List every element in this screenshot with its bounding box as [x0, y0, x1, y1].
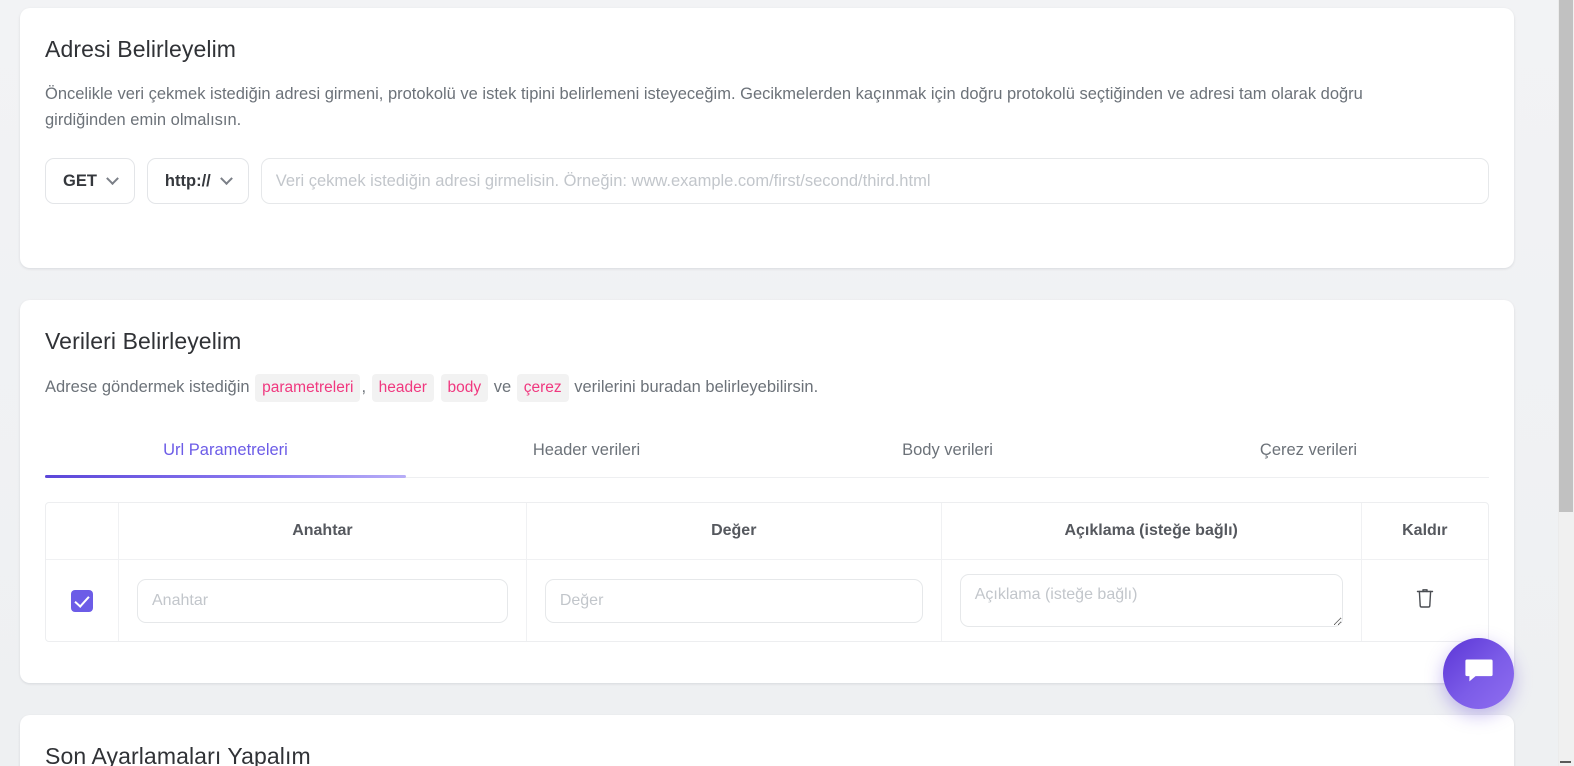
table-row: [46, 559, 1488, 642]
desc-text-ve: ve: [493, 378, 512, 396]
scroll-down-arrow-icon[interactable]: [1560, 761, 1571, 763]
address-card-title: Adresi Belirleyelim: [45, 36, 237, 62]
table-body: [46, 559, 1488, 642]
tab-label: Çerez verileri: [1259, 441, 1358, 460]
address-input-row: GET http://: [20, 133, 1514, 205]
chip-body: body: [440, 374, 489, 403]
tab-label: Header verileri: [532, 441, 641, 460]
value-input[interactable]: [544, 578, 923, 623]
address-card: Adresi Belirleyelim Öncelikle veri çekme…: [20, 8, 1514, 268]
final-settings-card: Son Ayarlamaları Yapalım: [20, 715, 1514, 766]
parameters-table: Anahtar Değer Açıklama (isteğe bağlı) Ka…: [46, 503, 1488, 642]
chat-bubble-icon: [1464, 657, 1494, 690]
vertical-scrollbar-track[interactable]: [1558, 0, 1574, 766]
tab-url-parametreleri[interactable]: Url Parametreleri: [45, 427, 406, 479]
final-settings-title: Son Ayarlamaları Yapalım: [45, 743, 311, 766]
tab-header-verileri[interactable]: Header verileri: [406, 427, 767, 477]
column-header-aciklama: Açıklama (isteğe bağlı): [941, 503, 1362, 561]
cell-deger: [526, 559, 942, 642]
tab-body-verileri[interactable]: Body verileri: [767, 427, 1128, 477]
chip-cerez: çerez: [516, 374, 569, 403]
protocol-select-value: http://: [164, 171, 211, 190]
table-head: Anahtar Değer Açıklama (isteğe bağlı) Ka…: [46, 503, 1488, 561]
desc-comma: ,: [361, 378, 367, 396]
url-input[interactable]: [260, 158, 1489, 205]
address-card-description: Öncelikle veri çekmek istediğin adresi g…: [45, 85, 1363, 129]
tab-label: Body verileri: [902, 441, 993, 460]
cell-kaldir: [1361, 560, 1488, 642]
chevron-down-icon: [219, 171, 233, 185]
scroll-content: Adresi Belirleyelim Öncelikle veri çekme…: [0, 0, 1552, 766]
chip-header: header: [371, 374, 434, 403]
parameters-table-wrapper: Anahtar Değer Açıklama (isteğe bağlı) Ka…: [45, 502, 1489, 643]
column-header-kaldir: Kaldır: [1361, 503, 1488, 561]
tab-label: Url Parametreleri: [163, 441, 288, 460]
vertical-scrollbar-thumb[interactable]: [1559, 0, 1573, 512]
cell-anahtar: [118, 559, 527, 642]
cell-aciklama: [941, 559, 1362, 642]
chip-parametreleri: parametreleri: [255, 374, 361, 403]
trash-icon[interactable]: [1415, 587, 1435, 609]
cell-select: [46, 559, 119, 642]
data-card-description: Adrese göndermek istediğin parametreleri…: [20, 355, 1460, 403]
method-select[interactable]: GET: [45, 158, 135, 205]
table-header-row: Anahtar Değer Açıklama (isteğe bağlı) Ka…: [46, 503, 1488, 561]
row-enabled-checkbox[interactable]: [71, 589, 93, 612]
column-header-deger: Değer: [526, 503, 942, 561]
data-card-title: Verileri Belirleyelim: [45, 328, 242, 354]
app-viewport: Adresi Belirleyelim Öncelikle veri çekme…: [0, 0, 1574, 766]
protocol-select[interactable]: http://: [146, 158, 249, 205]
chevron-down-icon: [106, 171, 119, 185]
key-input[interactable]: [137, 578, 508, 623]
description-textarea[interactable]: [959, 574, 1343, 628]
desc-text-1: Adrese göndermek istediğin: [45, 378, 250, 396]
method-select-value: GET: [63, 171, 97, 190]
tab-cerez-verileri[interactable]: Çerez verileri: [1128, 427, 1489, 477]
desc-text-2: verilerini buradan belirleyebilirsin.: [574, 378, 819, 396]
column-header-anahtar: Anahtar: [118, 503, 527, 561]
chat-widget-button[interactable]: [1443, 638, 1514, 709]
data-tabs: Url Parametreleri Header verileri Body v…: [45, 427, 1489, 479]
column-header-select: [46, 503, 119, 561]
data-card: Verileri Belirleyelim Adrese göndermek i…: [20, 300, 1514, 683]
